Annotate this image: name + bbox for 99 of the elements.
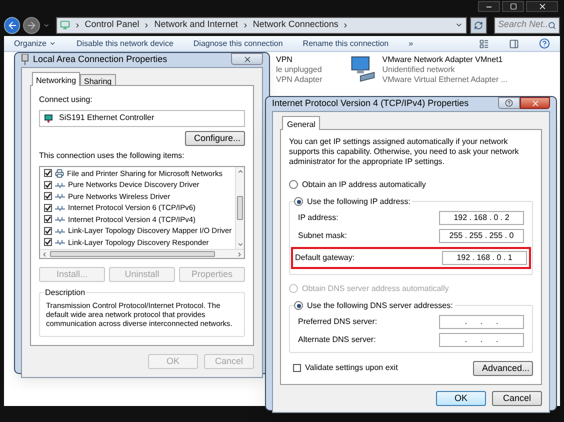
address-dropdown-icon[interactable] (454, 21, 463, 29)
advanced-button[interactable]: Advanced... (473, 360, 533, 376)
dialog-button[interactable]: OK (436, 390, 486, 406)
radio-button[interactable] (289, 180, 298, 189)
checkbox[interactable] (44, 192, 52, 200)
scroll-down-icon[interactable] (236, 241, 244, 248)
ip-address-field[interactable]: 192 . 168 . 0 . 1 (442, 250, 527, 264)
intro-text: You can get IP settings assigned automatically if your network supports this capability. Otherwise, you need to ask your network administrator for the appropriate IP settings. (289, 136, 520, 166)
radio-button[interactable] (294, 197, 303, 206)
configure-button[interactable]: Configure... (185, 130, 245, 146)
breadcrumb-item[interactable]: Network Connections (252, 18, 338, 32)
radio-label[interactable]: Use the following IP address: (307, 196, 410, 208)
control-panel-icon (60, 20, 70, 30)
network-adapter-icon (350, 55, 376, 83)
breadcrumb-item[interactable]: Network and Internet (154, 18, 238, 32)
network-icon (21, 54, 29, 66)
field-label: IP address: (298, 212, 338, 224)
horizontal-scrollbar[interactable] (40, 249, 244, 258)
radio-label[interactable]: Obtain an IP address automatically (302, 178, 426, 190)
scroll-left-icon[interactable] (41, 250, 48, 258)
field-label: Alternate DNS server: (298, 334, 376, 346)
search-input[interactable]: Search Net... (498, 18, 548, 32)
help-icon[interactable] (539, 38, 550, 49)
refresh-button[interactable] (470, 16, 487, 34)
checkbox[interactable] (44, 180, 52, 189)
search-field[interactable]: Search Net... (494, 16, 560, 34)
organize-menu[interactable]: Organize (14, 38, 56, 50)
network-protocol-icon (55, 204, 65, 211)
minimize-button[interactable] (478, 1, 500, 12)
scroll-thumb[interactable] (50, 251, 215, 257)
connection-name: VPN (276, 55, 294, 65)
more-commands-button[interactable]: » (408, 38, 414, 50)
forward-arrow-icon (26, 20, 38, 30)
network-protocol-icon (55, 216, 65, 222)
back-button[interactable] (4, 16, 20, 34)
toolbar-command[interactable]: Diagnose this connection (193, 38, 283, 50)
connection-status: le unplugged (276, 65, 322, 75)
window-title: Internet Protocol Version 4 (TCP/IPv4) Properties (272, 97, 469, 110)
network-protocol-icon (55, 228, 65, 234)
radio-button[interactable] (294, 301, 303, 310)
connection-adapter: VMware Virtual Ethernet Adapter ... (382, 75, 508, 85)
checkbox-label[interactable]: Validate settings upon exit (305, 362, 398, 374)
close-icon (538, 2, 546, 11)
scroll-right-icon[interactable] (236, 250, 243, 258)
refresh-icon (474, 20, 483, 30)
window-title: Local Area Connection Properties (33, 53, 168, 66)
connection-status: Unidentified network (382, 65, 456, 75)
checkbox[interactable] (44, 226, 52, 235)
vertical-scrollbar[interactable] (235, 166, 244, 249)
maximize-icon (510, 3, 516, 10)
ip-address-field[interactable]: 255 . 255 . 255 . 0 (439, 228, 524, 242)
checkbox[interactable] (44, 169, 52, 178)
field-label: Default gateway: (295, 252, 355, 264)
checkbox[interactable] (44, 215, 52, 224)
toolbar-command[interactable]: Rename this connection (302, 38, 389, 50)
tab[interactable]: Networking (32, 72, 80, 86)
scroll-thumb[interactable] (237, 196, 243, 220)
tab[interactable]: General (282, 116, 320, 130)
network-protocol-icon (55, 239, 65, 246)
back-arrow-icon (6, 20, 18, 30)
network-card-icon (44, 114, 53, 122)
help-icon (505, 99, 513, 107)
close-button[interactable] (526, 1, 558, 12)
printer-icon (55, 168, 64, 178)
search-icon (548, 20, 556, 30)
scroll-up-icon[interactable] (236, 168, 244, 174)
field-label: Preferred DNS server: (298, 316, 378, 328)
field-label: Subnet mask: (298, 230, 347, 242)
network-protocol-icon (55, 182, 65, 188)
list-label: This connection uses the following items: (39, 150, 186, 162)
connection-adapter: VPN Adapter (276, 75, 322, 85)
connection-name: VMware Network Adapter VMnet1 (382, 55, 504, 65)
checkbox[interactable] (44, 238, 52, 246)
help-button[interactable] (498, 97, 520, 109)
dialog-button[interactable]: Cancel (492, 390, 542, 406)
ip-address-field[interactable]: . . . (439, 332, 524, 346)
tab[interactable]: Sharing (80, 74, 116, 86)
caret-icon (49, 40, 56, 47)
close-button[interactable] (231, 53, 263, 65)
view-options-icon[interactable] (479, 38, 489, 48)
ip-address-field[interactable]: . . . (439, 314, 524, 328)
checkbox[interactable] (44, 204, 52, 212)
toolbar-command[interactable]: Disable this network device (76, 38, 174, 50)
checkbox[interactable] (293, 364, 301, 372)
forward-button[interactable] (23, 16, 40, 34)
close-button[interactable] (520, 97, 550, 109)
field-label: Connect using: (39, 94, 94, 106)
history-dropdown-icon[interactable] (42, 22, 50, 28)
ip-address-field[interactable]: 192 . 168 . 0 . 2 (439, 210, 524, 224)
close-icon (242, 54, 252, 64)
network-protocol-icon (55, 193, 65, 200)
radio-label[interactable]: Use the following DNS server addresses: (307, 300, 453, 312)
address-bar[interactable]: Control Panel Network and Internet Network Connections (56, 16, 467, 34)
maximize-button[interactable] (502, 1, 524, 12)
preview-pane-icon[interactable] (509, 38, 519, 48)
breadcrumb-item[interactable]: Control Panel (84, 18, 140, 32)
group-title: Description (44, 287, 86, 299)
close-icon (530, 98, 540, 108)
adapter-field: SiS191 Ethernet Controller (39, 110, 245, 126)
